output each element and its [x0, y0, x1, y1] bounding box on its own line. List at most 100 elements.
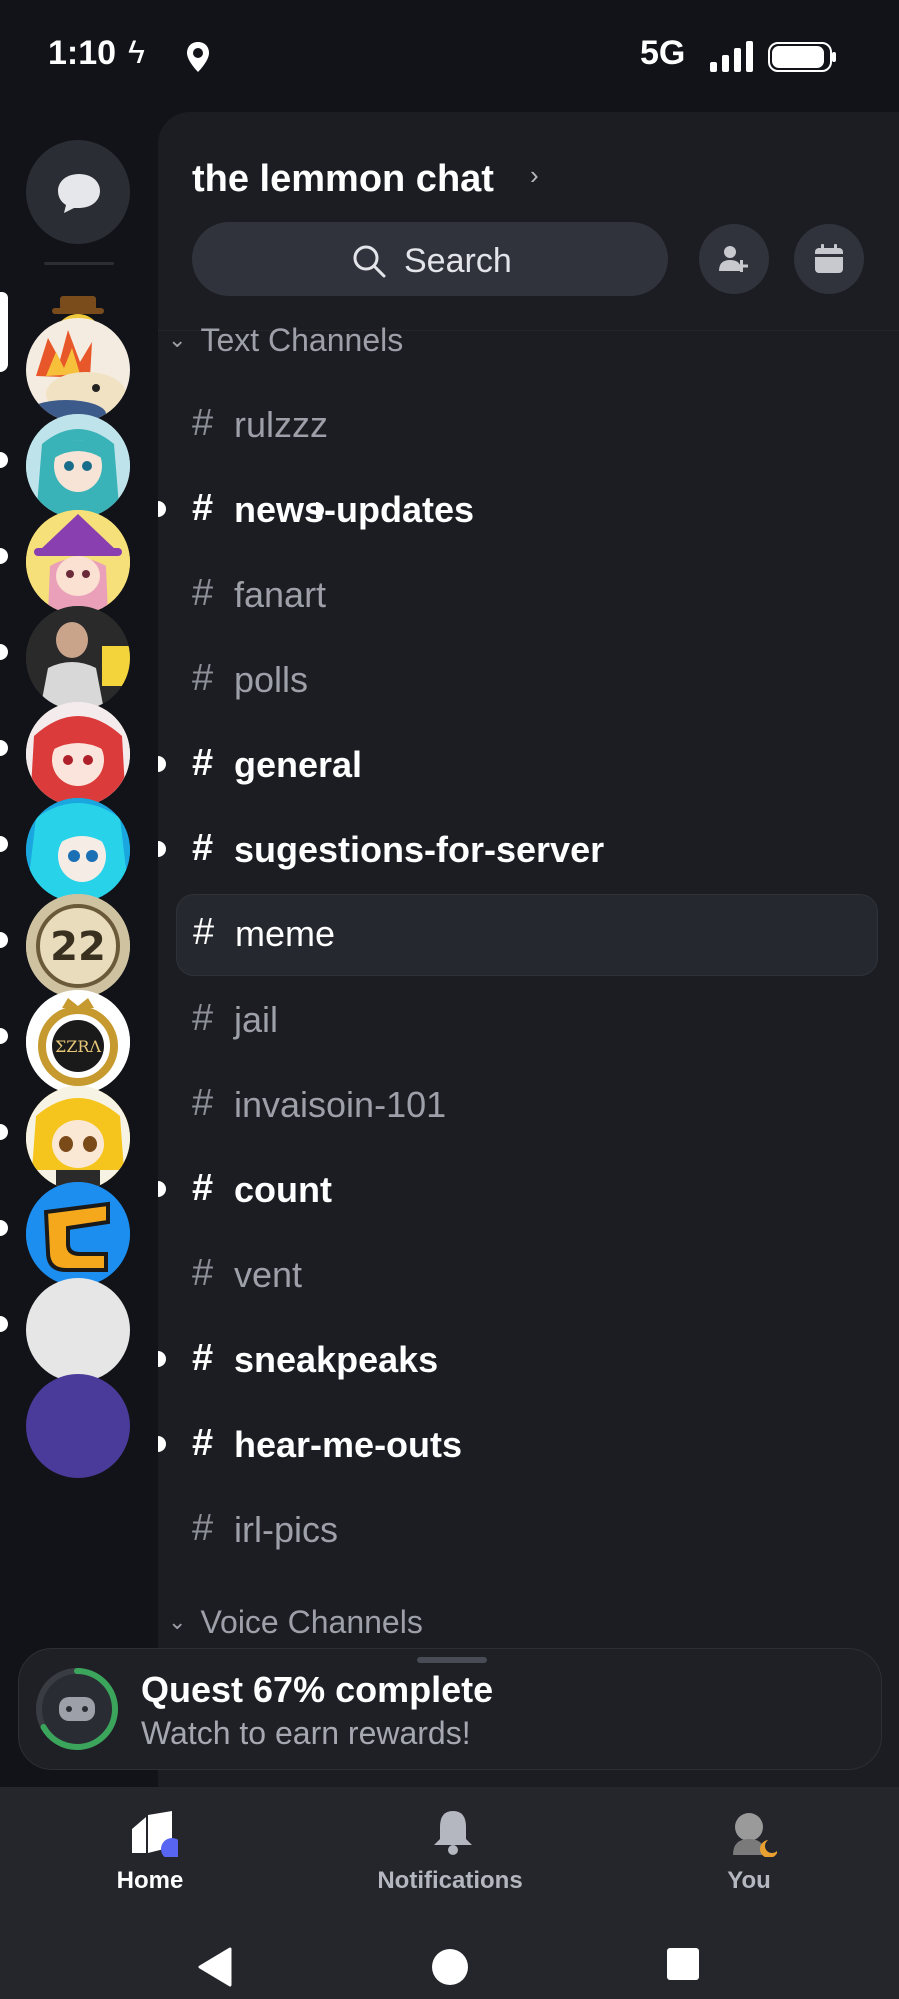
- teal-anime-avatar-icon: [26, 414, 130, 518]
- back-icon[interactable]: [196, 1947, 232, 1987]
- recents-icon[interactable]: [666, 1947, 700, 1981]
- channel-panel: the lemmon chat › Search ⌄ Text Channels …: [158, 112, 899, 1787]
- nav-label: Notifications: [377, 1867, 523, 1894]
- search-button[interactable]: Search: [192, 222, 668, 296]
- events-button[interactable]: [794, 224, 864, 294]
- unread-indicator: [0, 1124, 8, 1140]
- channel-hear-me-outs[interactable]: # hear-me-outs: [176, 1406, 876, 1486]
- server-name[interactable]: the lemmon chat: [192, 158, 494, 201]
- server-icon-6[interactable]: [26, 702, 130, 806]
- server-rail[interactable]: 22 ΣZRΛ: [0, 112, 158, 1787]
- bottom-navigation: Home Notifications You: [0, 1787, 899, 1999]
- witch-anime-avatar-icon: [26, 510, 130, 614]
- channel-name: irl-pics: [234, 1509, 338, 1550]
- unread-indicator: [0, 1028, 8, 1044]
- section-voice-channels[interactable]: ⌄ Voice Channels: [168, 1604, 423, 1641]
- invite-members-button[interactable]: [699, 224, 769, 294]
- status-bar: 1:10 ϟ 5G: [0, 0, 899, 112]
- channel-rulzzz[interactable]: # rulzzz: [176, 386, 876, 466]
- channel-irl-pics[interactable]: # irl-pics: [176, 1491, 876, 1571]
- unread-indicator: [0, 452, 8, 468]
- svg-text:ΣZRΛ: ΣZRΛ: [55, 1037, 101, 1056]
- red-hair-anime-avatar-icon: [26, 702, 130, 806]
- channel-general[interactable]: # general: [176, 726, 876, 806]
- channel-name: invaisoin-101: [234, 1084, 447, 1125]
- hash-icon: #: [192, 827, 214, 869]
- fire-creature-avatar-icon: [26, 330, 126, 422]
- channel-name: general: [234, 744, 363, 785]
- c-logo-avatar-icon: [26, 1182, 130, 1286]
- channel-name: count: [234, 1169, 332, 1210]
- quest-title: Quest 67% complete: [141, 1669, 494, 1710]
- server-icon-5[interactable]: [26, 606, 130, 710]
- channel-sneakpeaks[interactable]: # sneakpeaks: [176, 1321, 876, 1401]
- signal-icon: [710, 41, 753, 72]
- channel-meme[interactable]: # meme: [176, 894, 878, 976]
- channel-name: sugestions-for-server: [234, 829, 605, 870]
- hash-icon: #: [192, 572, 214, 614]
- nav-label: You: [727, 1867, 771, 1894]
- drag-handle[interactable]: [417, 1657, 487, 1663]
- battery-icon: [768, 42, 836, 72]
- channel-jail[interactable]: # jail: [176, 981, 876, 1061]
- unread-indicator: [0, 740, 8, 756]
- hash-icon: #: [192, 1252, 214, 1294]
- quest-progress-ring: [36, 1668, 118, 1750]
- home-circle-icon[interactable]: [430, 1947, 470, 1987]
- nav-you[interactable]: You: [629, 1807, 869, 1907]
- calendar-icon: [815, 244, 843, 273]
- server-icon-13[interactable]: [26, 1374, 130, 1478]
- channel-name: fanart: [234, 574, 327, 615]
- channel-fanart[interactable]: # fanart: [176, 556, 876, 636]
- add-user-icon: [719, 246, 748, 272]
- chevron-right-icon[interactable]: ›: [530, 160, 539, 191]
- server-icon-2[interactable]: [26, 318, 130, 422]
- server-icon-12[interactable]: [26, 1278, 130, 1382]
- 22-badge-avatar-icon: 22: [26, 894, 130, 998]
- man-photo-avatar-icon: [26, 606, 130, 710]
- channel-name: news-updates: [234, 489, 475, 530]
- server-icon-4[interactable]: [26, 510, 130, 614]
- channel-invaisoin-101[interactable]: # invaisoin-101: [176, 1066, 876, 1146]
- unread-indicator: [0, 932, 8, 948]
- chevron-down-icon: ⌄: [168, 1609, 187, 1634]
- nav-home[interactable]: Home: [30, 1807, 270, 1907]
- server-icon-3[interactable]: [26, 414, 130, 518]
- hash-icon: #: [192, 997, 214, 1039]
- unread-indicator: [0, 644, 8, 660]
- chevron-down-icon: ⌄: [168, 327, 187, 352]
- server-icon-10[interactable]: [26, 1086, 130, 1190]
- quest-banner[interactable]: Quest 67% complete Watch to earn rewards…: [18, 1648, 882, 1770]
- channel-name: vent: [234, 1254, 303, 1295]
- direct-messages-button[interactable]: [26, 140, 130, 244]
- hash-icon: #: [192, 1082, 214, 1124]
- server-icon-9[interactable]: ΣZRΛ: [26, 990, 130, 1094]
- search-icon: [353, 245, 386, 278]
- hash-icon: #: [192, 657, 214, 699]
- network-type: 5G: [640, 34, 686, 72]
- chat-bubble-icon: [58, 174, 100, 213]
- nav-notifications[interactable]: Notifications: [330, 1807, 570, 1907]
- section-label: Text Channels: [200, 322, 404, 358]
- home-icon: [132, 1811, 178, 1857]
- svg-text:22: 22: [50, 924, 106, 970]
- server-icon-11[interactable]: [26, 1182, 130, 1286]
- hash-icon: #: [192, 742, 214, 784]
- hash-icon: #: [193, 911, 215, 953]
- channel-name: sneakpeaks: [234, 1339, 439, 1380]
- channel-name: jail: [234, 999, 279, 1040]
- blue-anime-avatar-icon: [26, 798, 130, 902]
- channel-sugestions-for-server[interactable]: # sugestions-for-server: [176, 811, 876, 891]
- channel-name: hear-me-outs: [234, 1424, 463, 1465]
- channel-count[interactable]: # count: [176, 1151, 876, 1231]
- hash-icon: #: [192, 1507, 214, 1549]
- server-icon-7[interactable]: [26, 798, 130, 902]
- channel-vent[interactable]: # vent: [176, 1236, 876, 1316]
- section-text-channels[interactable]: ⌄ Text Channels: [168, 322, 403, 359]
- channel-news-updates[interactable]: # news-updates: [176, 471, 876, 551]
- section-label: Voice Channels: [200, 1604, 423, 1640]
- hash-icon: #: [192, 1337, 214, 1379]
- unread-indicator: [0, 1316, 8, 1332]
- server-icon-8[interactable]: 22: [26, 894, 130, 998]
- channel-polls[interactable]: # polls: [176, 641, 876, 721]
